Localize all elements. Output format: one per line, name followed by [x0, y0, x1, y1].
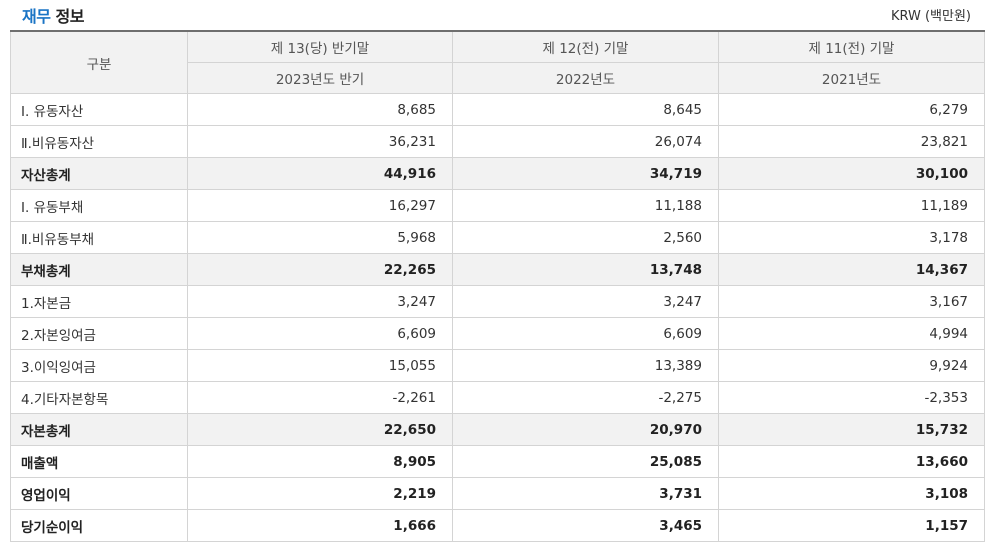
col-header-year: 2022년도	[452, 62, 719, 94]
corner-label: 구분	[10, 30, 188, 94]
value-cell: 13,389	[452, 349, 719, 382]
value-cell: 3,731	[452, 477, 719, 510]
value-cell: 5,968	[187, 221, 453, 254]
row-label: 1.자본금	[10, 285, 188, 318]
table-row: 부채총계 22,265 13,748 14,367	[10, 253, 985, 286]
row-label: 자산총계	[10, 157, 188, 190]
value-cell: 15,732	[718, 413, 985, 446]
value-cell: 30,100	[718, 157, 985, 190]
section-title-accent: 재무	[22, 7, 51, 26]
row-label: 당기순이익	[10, 509, 188, 542]
value-cell: 13,748	[452, 253, 719, 286]
value-cell: 3,247	[187, 285, 453, 318]
value-cell: 2,219	[187, 477, 453, 510]
value-cell: 9,924	[718, 349, 985, 382]
row-label: 4.기타자본항목	[10, 381, 188, 414]
table-row: 1.자본금 3,247 3,247 3,167	[10, 285, 985, 318]
section-title: 재무 정보	[22, 3, 84, 27]
value-cell: 1,666	[187, 509, 453, 542]
value-cell: 8,645	[452, 93, 719, 126]
value-cell: 22,650	[187, 413, 453, 446]
value-cell: 3,108	[718, 477, 985, 510]
value-cell: 2,560	[452, 221, 719, 254]
value-cell: -2,261	[187, 381, 453, 414]
section-title-rest: 정보	[50, 7, 85, 26]
value-cell: 6,609	[452, 317, 719, 350]
row-label: 자본총계	[10, 413, 188, 446]
table-row: Ⅰ. 유동부채 16,297 11,188 11,189	[10, 189, 985, 222]
row-label: Ⅰ. 유동자산	[10, 93, 188, 126]
value-cell: 8,685	[187, 93, 453, 126]
value-cell: 44,916	[187, 157, 453, 190]
row-label: 3.이익잉여금	[10, 349, 188, 382]
value-cell: 3,178	[718, 221, 985, 254]
row-label: 부채총계	[10, 253, 188, 286]
row-label: 영업이익	[10, 477, 188, 510]
table-row: 4.기타자본항목 -2,261 -2,275 -2,353	[10, 381, 985, 414]
value-cell: 15,055	[187, 349, 453, 382]
header-row-period: 구분 제 13(당) 반기말 제 12(전) 기말 제 11(전) 기말	[10, 30, 985, 94]
col-header-year: 2023년도 반기	[187, 62, 453, 94]
value-cell: 1,157	[718, 509, 985, 542]
value-cell: 13,660	[718, 445, 985, 478]
value-cell: 16,297	[187, 189, 453, 222]
table-row: 매출액 8,905 25,085 13,660	[10, 445, 985, 478]
value-cell: 14,367	[718, 253, 985, 286]
financial-table: 구분 제 13(당) 반기말 제 12(전) 기말 제 11(전) 기말 202…	[10, 30, 985, 542]
value-cell: 11,188	[452, 189, 719, 222]
table-row: 3.이익잉여금 15,055 13,389 9,924	[10, 349, 985, 382]
table-body: Ⅰ. 유동자산 8,685 8,645 6,279 Ⅱ.비유동자산 36,231 26,07…	[10, 93, 985, 542]
value-cell: 6,609	[187, 317, 453, 350]
table-row: Ⅱ.비유동부채 5,968 2,560 3,178	[10, 221, 985, 254]
value-cell: -2,353	[718, 381, 985, 414]
row-label: 2.자본잉여금	[10, 317, 188, 350]
value-cell: 4,994	[718, 317, 985, 350]
table-row: 자산총계 44,916 34,719 30,100	[10, 157, 985, 190]
value-cell: 3,167	[718, 285, 985, 318]
value-cell: 26,074	[452, 125, 719, 158]
value-cell: 8,905	[187, 445, 453, 478]
row-label: Ⅱ.비유동부채	[10, 221, 188, 254]
col-header-period: 제 13(당) 반기말	[187, 30, 453, 63]
col-header-year: 2021년도	[718, 62, 985, 94]
table-row: 2.자본잉여금 6,609 6,609 4,994	[10, 317, 985, 350]
value-cell: 3,247	[452, 285, 719, 318]
currency-unit-label: KRW (백만원)	[890, 9, 971, 24]
value-cell: 3,465	[452, 509, 719, 542]
row-label: 매출액	[10, 445, 188, 478]
row-label: Ⅱ.비유동자산	[10, 125, 188, 158]
value-cell: 34,719	[452, 157, 719, 190]
table-row: Ⅱ.비유동자산 36,231 26,074 23,821	[10, 125, 985, 158]
value-cell: 20,970	[452, 413, 719, 446]
table-row: 자본총계 22,650 20,970 15,732	[10, 413, 985, 446]
value-cell: 6,279	[718, 93, 985, 126]
section-header: 재무 정보 KRW (백만원)	[0, 0, 988, 28]
value-cell: 36,231	[187, 125, 453, 158]
value-cell: 11,189	[718, 189, 985, 222]
table-row: 당기순이익 1,666 3,465 1,157	[10, 509, 985, 542]
table-row: Ⅰ. 유동자산 8,685 8,645 6,279	[10, 93, 985, 126]
value-cell: 23,821	[718, 125, 985, 158]
row-label: Ⅰ. 유동부채	[10, 189, 188, 222]
col-header-period: 제 12(전) 기말	[452, 30, 719, 63]
value-cell: 25,085	[452, 445, 719, 478]
col-header-period: 제 11(전) 기말	[718, 30, 985, 63]
table-row: 영업이익 2,219 3,731 3,108	[10, 477, 985, 510]
value-cell: 22,265	[187, 253, 453, 286]
value-cell: -2,275	[452, 381, 719, 414]
